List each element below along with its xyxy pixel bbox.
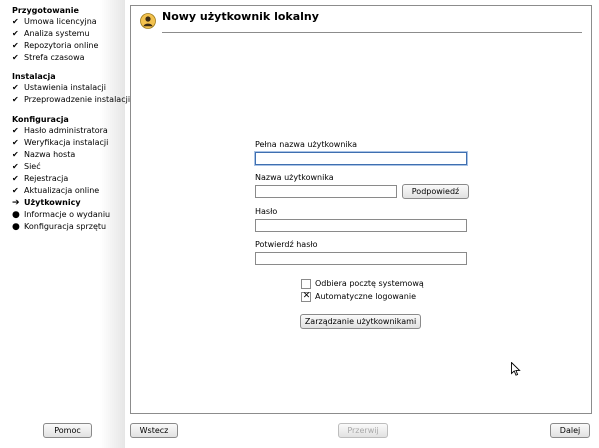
suggest-button[interactable]: Podpowiedź [402,184,469,199]
checkmark-icon: ✔ [12,162,19,171]
sidebar-step: ✔ Rejestracja [12,173,68,185]
checkmark-icon: ✔ [12,150,19,159]
checkmark-icon: ✔ [12,41,19,50]
manage-users-button[interactable]: Zarządzanie użytkownikami [300,314,421,329]
checkmark-icon: ✔ [12,29,19,38]
sidebar: Przygotowanie ✔ Umowa licencyjna ✔ Analiza s… [0,0,130,448]
sidebar-step: ✔ Strefa czasowa [12,52,85,64]
sidebar-step: ➔ Użytkownicy [12,197,81,209]
sidebar-step-label: Analiza systemu [24,29,90,38]
sidebar-section-title: Przygotowanie [12,6,79,15]
sidebar-step-label: Weryfikacja instalacji [24,138,109,147]
confirm-password-field[interactable] [255,252,467,265]
sidebar-section-title: Konfiguracja [12,115,69,124]
sidebar-step-label: Sieć [24,162,41,171]
sidebar-step: ✔ Weryfikacja instalacji [12,137,108,149]
abort-button: Przerwij [338,423,388,438]
full-name-label: Pełna nazwa użytkownika [255,140,358,149]
username-field[interactable] [255,185,397,198]
password-label: Hasło [255,207,278,216]
bullet-icon: ● [12,222,20,232]
checkmark-icon: ✔ [12,95,19,104]
content-panel: Nowy użytkownik lokalny Pełna nazwa użyt… [130,5,592,414]
sidebar-step-label: Użytkownicy [24,198,81,207]
sidebar-step: ✔ Hasło administratora [12,125,108,137]
confirm-password-label: Potwierdź hasło [255,240,318,249]
sidebar-step: ✔ Ustawienia instalacji [12,82,106,94]
checkmark-icon: ✔ [12,138,19,147]
autologin-label: Automatyczne logowanie [315,292,417,301]
checkbox-mark-icon: ✕ [302,291,311,301]
sidebar-step-label: Ustawienia instalacji [24,83,106,92]
receive-mail-label: Odbiera pocztę systemową [315,279,424,288]
sidebar-step: ✔ Analiza systemu [12,28,90,40]
sidebar-section-title: Instalacja [12,72,56,81]
checkmark-icon: ✔ [12,17,19,26]
sidebar-step-label: Repozytoria online [24,41,99,50]
arrow-right-icon: ➔ [12,198,20,208]
sidebar-step-label: Konfiguracja sprzętu [24,222,107,231]
next-button[interactable]: Dalej [550,423,590,438]
sidebar-step: ● Konfiguracja sprzętu [12,221,106,233]
sidebar-step: ✔ Repozytoria online [12,40,98,52]
sidebar-step: ✔ Umowa licencyjna [12,16,97,28]
sidebar-step: ✔ Nazwa hosta [12,149,75,161]
password-field[interactable] [255,219,467,232]
checkmark-icon: ✔ [12,186,19,195]
checkmark-icon: ✔ [12,53,19,62]
sidebar-step: ● Informacje o wydaniu [12,209,110,221]
sidebar-step: ✔ Przeprowadzenie instalacji [12,94,130,106]
sidebar-step-label: Aktualizacja online [24,186,100,195]
sidebar-step: ✔ Sieć [12,161,41,173]
back-button[interactable]: Wstecz [130,423,178,438]
sidebar-step-label: Rejestracja [24,174,69,183]
mouse-cursor-icon [511,362,521,376]
title-divider [162,32,582,33]
full-name-field[interactable] [255,152,467,165]
sidebar-step-label: Nazwa hosta [24,150,76,159]
sidebar-step-label: Informacje o wydaniu [24,210,111,219]
autologin-checkbox[interactable]: ✕ [301,291,311,302]
checkmark-icon: ✔ [12,126,19,135]
sidebar-step-label: Hasło administratora [24,126,108,135]
page-title: Nowy użytkownik lokalny [162,10,319,23]
username-label: Nazwa użytkownika [255,173,334,182]
receive-mail-checkbox[interactable] [301,279,311,289]
help-button[interactable]: Pomoc [43,423,92,438]
sidebar-step-label: Strefa czasowa [24,53,85,62]
bullet-icon: ● [12,210,20,220]
sidebar-step-label: Przeprowadzenie instalacji [24,95,131,104]
sidebar-step-label: Umowa licencyjna [24,17,97,26]
checkmark-icon: ✔ [12,174,19,183]
checkmark-icon: ✔ [12,83,19,92]
user-icon [140,13,156,29]
sidebar-step: ✔ Aktualizacja online [12,185,99,197]
